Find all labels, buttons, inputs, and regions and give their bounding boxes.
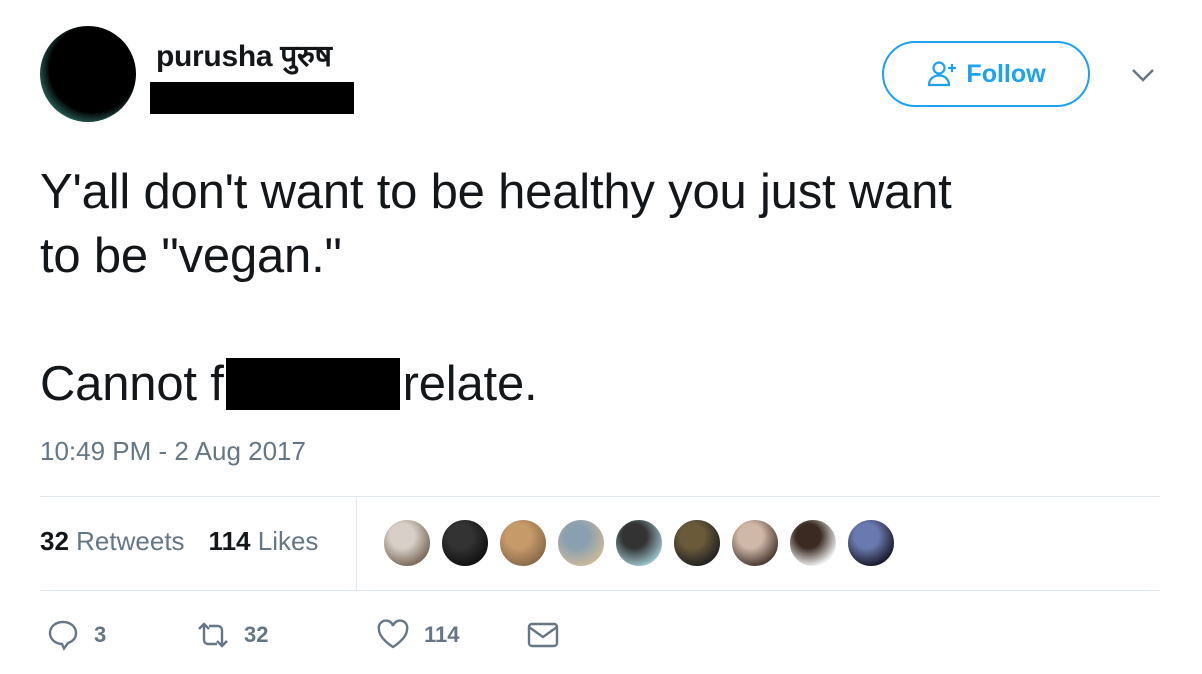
liker-avatar[interactable]: [730, 518, 780, 568]
tweet-line-1: Y'all don't want to be healthy you just …: [40, 165, 952, 219]
liker-avatar[interactable]: [614, 518, 664, 568]
tweet-timestamp[interactable]: 10:49 PM - 2 Aug 2017: [40, 436, 306, 467]
likes-label: Likes: [257, 526, 319, 556]
follow-label: Follow: [966, 59, 1046, 88]
tweet-line-3-end: relate.: [402, 357, 538, 411]
engagement-stats: 32 Retweets 114 Likes: [40, 526, 318, 557]
retweets-count: 32: [40, 526, 69, 556]
follow-button[interactable]: Follow: [882, 41, 1090, 107]
direct-message-action[interactable]: [526, 618, 560, 652]
envelope-icon: [527, 622, 559, 648]
liker-avatar[interactable]: [846, 518, 896, 568]
retweets-label: Retweets: [76, 526, 185, 556]
reply-icon: [48, 620, 78, 651]
retweet-icon: [198, 622, 228, 648]
liker-avatar[interactable]: [382, 518, 432, 568]
liker-avatar[interactable]: [556, 518, 606, 568]
tweet-line-2: to be "vegan.": [40, 229, 342, 283]
redacted-handle: [150, 82, 354, 114]
likes-count: 114: [208, 526, 251, 556]
like-action[interactable]: 114: [376, 618, 526, 652]
liker-avatar[interactable]: [672, 518, 722, 568]
display-name[interactable]: purusha पुरुष: [156, 34, 332, 75]
retweet-action[interactable]: 32: [196, 618, 376, 652]
liker-avatar[interactable]: [440, 518, 490, 568]
tweet-text: Y'all don't want to be healthy you just …: [40, 160, 1150, 416]
liker-avatar[interactable]: [498, 518, 548, 568]
add-user-icon: [928, 61, 957, 87]
liker-avatar[interactable]: [788, 518, 838, 568]
stats-separator: [356, 498, 357, 590]
tweet-line-3: Cannot f relate.: [40, 352, 1150, 416]
divider-top: [40, 496, 1160, 497]
tweet-line-3-start: Cannot f: [40, 357, 224, 411]
divider-bottom: [40, 590, 1160, 591]
reply-count: 3: [94, 622, 107, 647]
liker-avatars: [382, 518, 896, 568]
retweet-count: 32: [244, 622, 269, 647]
likes-stat[interactable]: 114 Likes: [209, 526, 319, 557]
heart-icon: [377, 619, 409, 649]
like-count: 114: [424, 622, 460, 647]
profile-avatar[interactable]: [40, 26, 136, 122]
retweets-stat[interactable]: 32 Retweets: [40, 526, 185, 557]
redaction-bar: [225, 358, 400, 410]
reply-action[interactable]: 3: [46, 618, 196, 652]
tweet-actions: 3 32 114: [46, 618, 560, 652]
chevron-down-icon[interactable]: [1128, 62, 1158, 88]
